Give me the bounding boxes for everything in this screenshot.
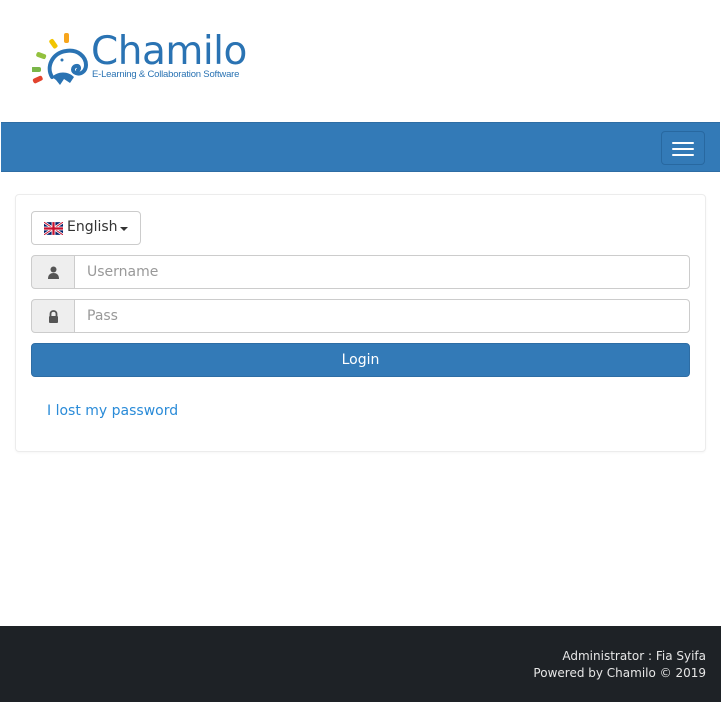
lock-icon <box>49 310 58 323</box>
language-dropdown[interactable]: English <box>31 211 141 245</box>
login-panel: English Login I lost my password <box>15 194 706 452</box>
logo-tagline: E-Learning & Collaboration Software <box>92 69 240 80</box>
chamilo-logo[interactable]: Chamilo E-Learning & Collaboration Softw… <box>32 29 262 89</box>
username-addon <box>31 255 75 289</box>
user-icon <box>48 266 59 279</box>
caret-down-icon <box>120 227 128 231</box>
uk-flag-icon <box>44 222 63 235</box>
language-label: English <box>67 219 118 235</box>
footer-admin: Administrator : Fia Syifa <box>562 649 706 663</box>
password-addon <box>31 299 75 333</box>
lost-password-link[interactable]: I lost my password <box>47 403 178 419</box>
password-input[interactable] <box>74 299 690 333</box>
chameleon-logo-icon <box>32 33 89 85</box>
username-group <box>31 255 691 289</box>
password-group <box>31 299 691 333</box>
username-input[interactable] <box>74 255 690 289</box>
footer-powered-by: Powered by Chamilo © 2019 <box>533 666 706 680</box>
login-button[interactable]: Login <box>31 343 690 377</box>
logo-wordmark: Chamilo <box>91 29 247 74</box>
top-navbar <box>1 122 720 172</box>
navbar-toggle-button[interactable] <box>661 131 705 165</box>
hamburger-menu-icon <box>672 142 694 144</box>
site-header: Chamilo E-Learning & Collaboration Softw… <box>0 0 721 121</box>
site-footer: Administrator : Fia Syifa Powered by Cha… <box>0 626 721 702</box>
